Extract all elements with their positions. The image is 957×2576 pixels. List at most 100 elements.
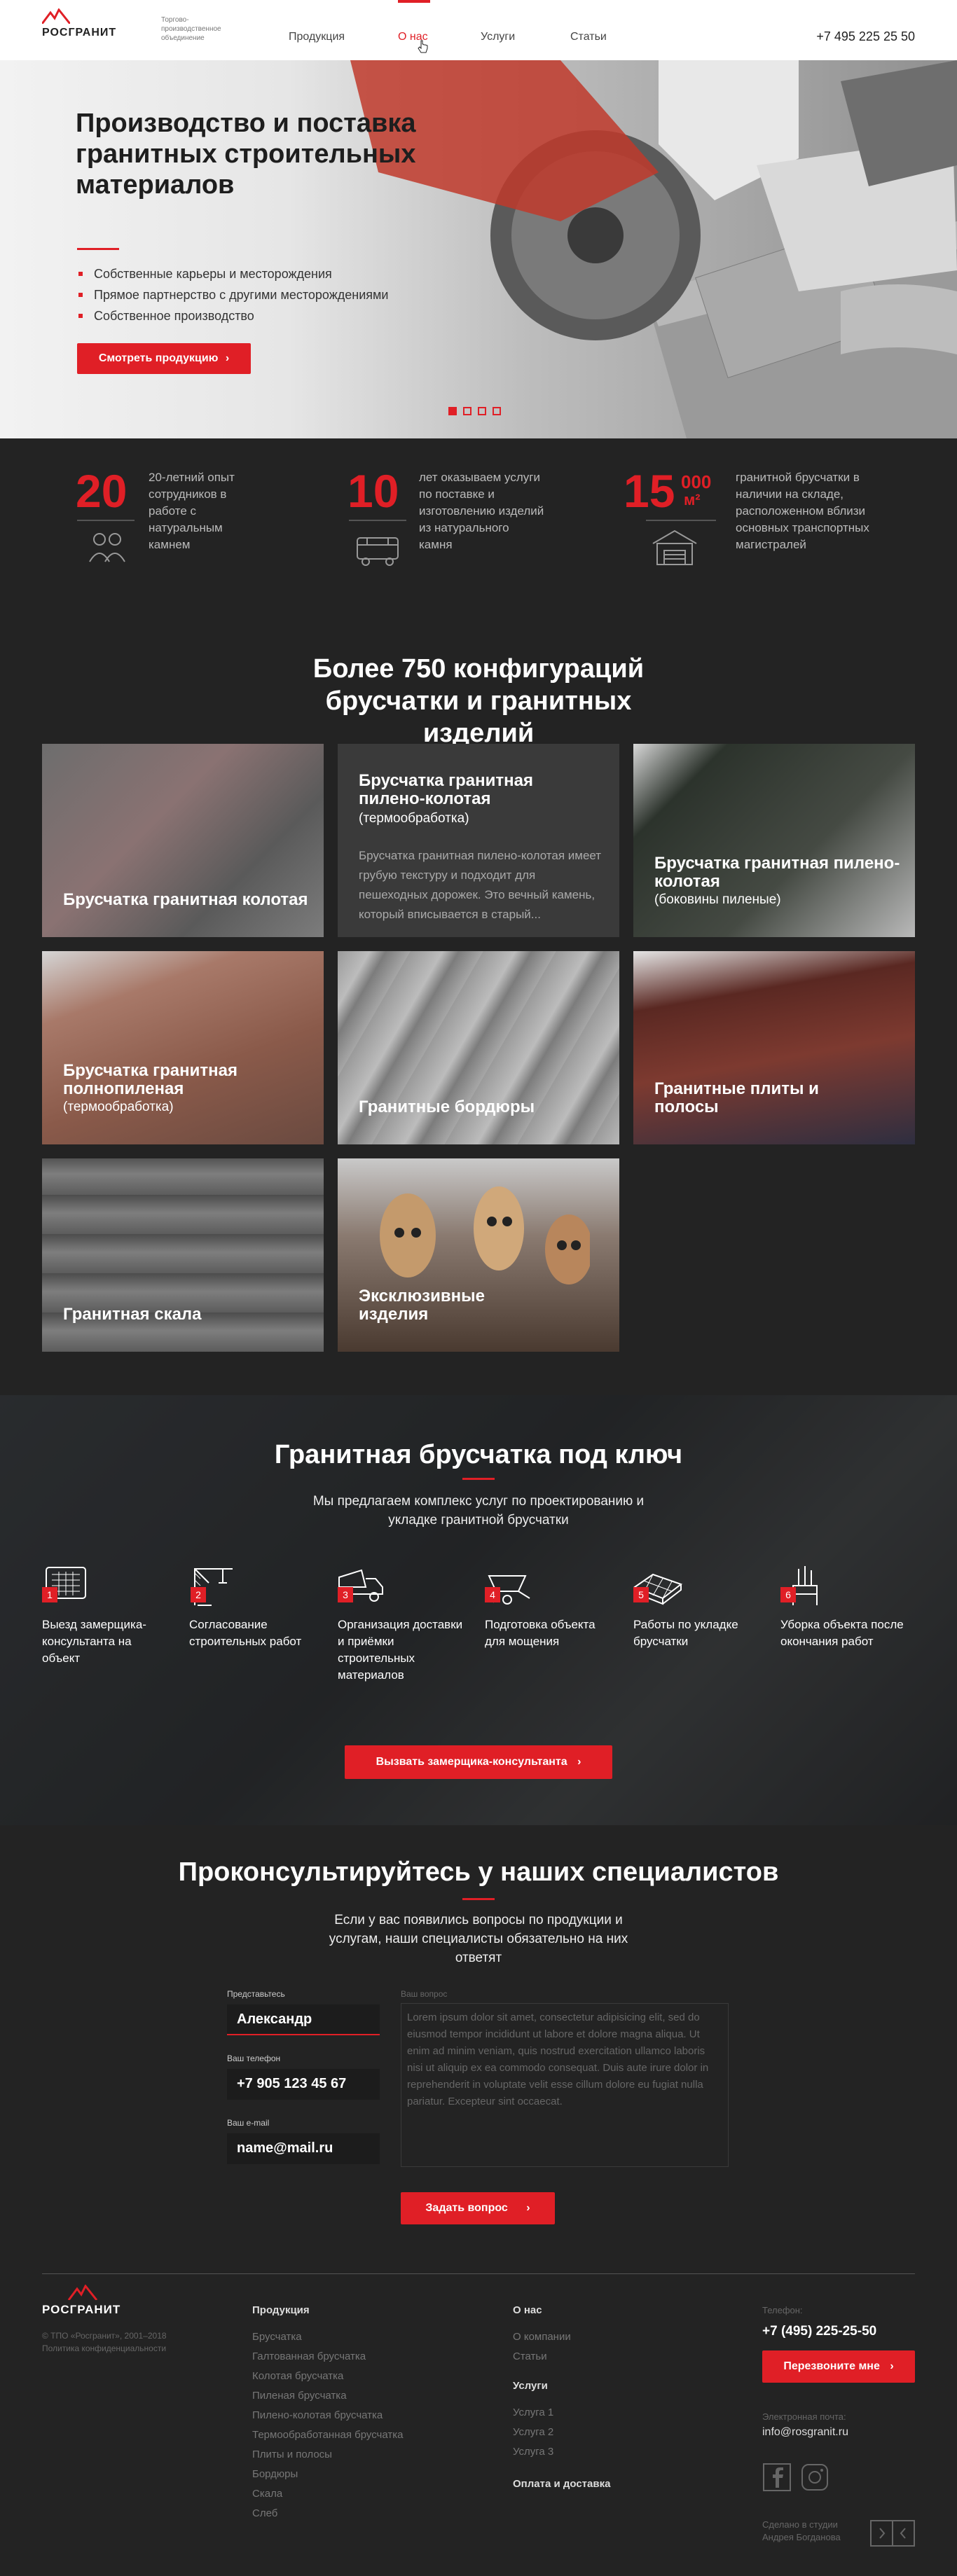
nav-products[interactable]: Продукция (289, 31, 345, 43)
slider-dot[interactable] (493, 407, 501, 415)
title-underline (462, 1478, 495, 1480)
stone-sculptures-image (380, 1186, 590, 1284)
consult-subtitle: Если у вас появились вопросы по продукци… (329, 1913, 628, 1965)
phone-input[interactable]: +7 905 123 45 67 (227, 2069, 380, 2100)
footer-phone[interactable]: +7 (495) 225-25-50 (762, 2324, 876, 2339)
people-icon (89, 533, 125, 562)
footer-link[interactable]: Скала (252, 2488, 282, 2500)
product-card[interactable]: Гранитная скала (42, 1158, 324, 1352)
logo-mountain-icon[interactable] (67, 2285, 98, 2300)
nav-services[interactable]: Услуги (481, 31, 515, 43)
footer-about-title[interactable]: О нас (513, 2304, 542, 2316)
product-card[interactable]: Брусчатка гранитная пилено-колотая (боков… (633, 744, 915, 937)
footer-link[interactable]: Пиленая брусчатка (252, 2390, 347, 2402)
header-phone[interactable]: +7 495 225 25 50 (816, 29, 915, 44)
footer-link[interactable]: Галтованная брусчатка (252, 2350, 366, 2362)
footer-link[interactable]: Термообработанная брусчатка (252, 2429, 404, 2441)
product-card-hover[interactable]: Брусчатка гранитная пилено-колотая (терм… (338, 744, 619, 937)
privacy-link[interactable]: Политика конфиденциальности (42, 2342, 166, 2355)
stat-divider (77, 520, 135, 521)
slider-dot[interactable] (463, 407, 471, 415)
stat-number: 15 (624, 465, 675, 517)
logo-mountain-icon[interactable] (42, 8, 70, 24)
step-number: 6 (780, 1587, 796, 1602)
footer-link[interactable]: Пилено-колотая брусчатка (252, 2409, 383, 2421)
logo-text[interactable]: РОСГРАНИТ (42, 27, 116, 39)
footer-link[interactable]: Колотая брусчатка (252, 2370, 343, 2382)
footer-link[interactable]: Услуга 2 (513, 2426, 553, 2438)
step-text: Выезд замерщика-консультанта на объект (42, 1618, 146, 1665)
product-card[interactable]: Эксклюзивные изделия (338, 1158, 619, 1352)
studio-logo-icon[interactable] (870, 2520, 915, 2547)
call-surveyor-button[interactable]: Вызвать замерщика-консультанта › (345, 1745, 612, 1779)
turnkey-title: Гранитная брусчатка под ключ (274, 1440, 683, 1469)
facebook-icon[interactable] (762, 2463, 792, 2492)
hero-bullets: Собственные карьеры и месторождения Прям… (77, 263, 388, 326)
product-card-title: Гранитная скала (63, 1305, 202, 1324)
consult-title: Проконсультируйтесь у наших специалистов (178, 1857, 779, 1887)
product-card-title: Брусчатка гранитная колотая (63, 890, 308, 909)
hero-bullet: Прямое партнерство с другими месторожден… (77, 284, 388, 305)
footer-link[interactable]: О компании (513, 2331, 571, 2343)
footer-link[interactable]: Брусчатка (252, 2331, 302, 2343)
step-text: Уборка объекта после окончания работ (780, 1618, 904, 1648)
product-card-caption: Брусчатка гранитная пилено-колотая (боков… (654, 854, 915, 909)
footer-link[interactable]: Бордюры (252, 2468, 298, 2480)
footer-payment-link[interactable]: Оплата и доставка (513, 2478, 610, 2490)
footer-link[interactable]: Слеб (252, 2507, 277, 2519)
product-card-title: Брусчатка гранитная полнопиленая (63, 1061, 237, 1098)
stat-number: 20 (76, 465, 128, 517)
hero-divider (77, 248, 119, 250)
step-text: Работы по укладке брусчатки (633, 1618, 738, 1648)
chevron-right-icon: › (526, 2202, 530, 2214)
footer-link[interactable]: Услуга 1 (513, 2407, 553, 2418)
footer-email[interactable]: info@rosgranit.ru (762, 2426, 848, 2439)
view-products-label: Смотреть продукцию (98, 352, 219, 364)
slider-dot[interactable] (448, 407, 457, 415)
footer-link[interactable]: Услуга 3 (513, 2446, 553, 2458)
step-text: Организация доставки и приёмки строитель… (338, 1618, 463, 1682)
stat-divider (646, 520, 716, 521)
studio-credit[interactable]: Сделано в студии Андрея Богданова (762, 2519, 860, 2544)
catalog-section: Более 750 конфигураций брусчатки и грани… (0, 604, 957, 1395)
footer-logo-text[interactable]: РОСГРАНИТ (42, 2303, 121, 2317)
callback-button[interactable]: Перезвоните мне › (762, 2350, 915, 2383)
product-card[interactable]: Гранитные плиты и полосы (633, 951, 915, 1144)
chevron-right-icon: › (225, 352, 230, 364)
ask-question-button[interactable]: Задать вопрос › (401, 2192, 555, 2224)
nav-articles[interactable]: Статьи (570, 31, 607, 43)
name-input[interactable]: Александр (227, 2004, 380, 2035)
title-underline (462, 1898, 495, 1900)
footer-link[interactable]: Плиты и полосы (252, 2449, 332, 2460)
stat-unit: м² (684, 491, 701, 508)
product-card[interactable]: Брусчатка гранитная полнопиленая (термооб… (42, 951, 324, 1144)
footer-email-label: Электронная почта: (762, 2411, 846, 2422)
hero-slider: Производство и поставка гранитных строит… (0, 60, 957, 438)
ask-question-label: Задать вопрос (425, 2202, 508, 2214)
step-text: Подготовка объекта для мощения (485, 1618, 595, 1648)
email-input[interactable]: name@mail.ru (227, 2133, 380, 2164)
view-products-button[interactable]: Смотреть продукцию › (77, 343, 251, 374)
slider-dot[interactable] (478, 407, 486, 415)
footer-phone-label: Телефон: (762, 2305, 803, 2315)
mouse-cursor-icon (418, 40, 428, 53)
product-card-title: Гранитные бордюры (359, 1097, 535, 1116)
hero-title: Производство и поставка гранитных строит… (76, 109, 416, 200)
product-card-note: (термообработка) (63, 1100, 174, 1114)
stat-number: 10 (347, 465, 399, 517)
catalog-title: Более 750 конфигураций брусчатки и грани… (312, 654, 645, 748)
question-textarea[interactable]: Lorem ipsum dolor sit amet, consectetur … (401, 2003, 729, 2167)
product-card-note: (термообработка) (359, 811, 469, 826)
stat-text: лет оказываем услуги по поставке и изгот… (419, 471, 544, 551)
product-card-caption: Брусчатка гранитная полнопиленая (термооб… (63, 1062, 324, 1116)
stat-text: гранитной брусчатки в наличии на складе,… (736, 471, 869, 551)
footer-services-title[interactable]: Услуги (513, 2380, 548, 2392)
step-number: 2 (191, 1587, 206, 1602)
footer-products-title: Продукция (252, 2304, 310, 2316)
callback-label: Перезвоните мне (783, 2360, 880, 2372)
chevron-right-icon: › (577, 1756, 581, 1768)
product-card[interactable]: Брусчатка гранитная колотая (42, 744, 324, 937)
instagram-icon[interactable] (800, 2463, 829, 2492)
product-card[interactable]: Гранитные бордюры (338, 951, 619, 1144)
footer-link[interactable]: Статьи (513, 2350, 547, 2362)
